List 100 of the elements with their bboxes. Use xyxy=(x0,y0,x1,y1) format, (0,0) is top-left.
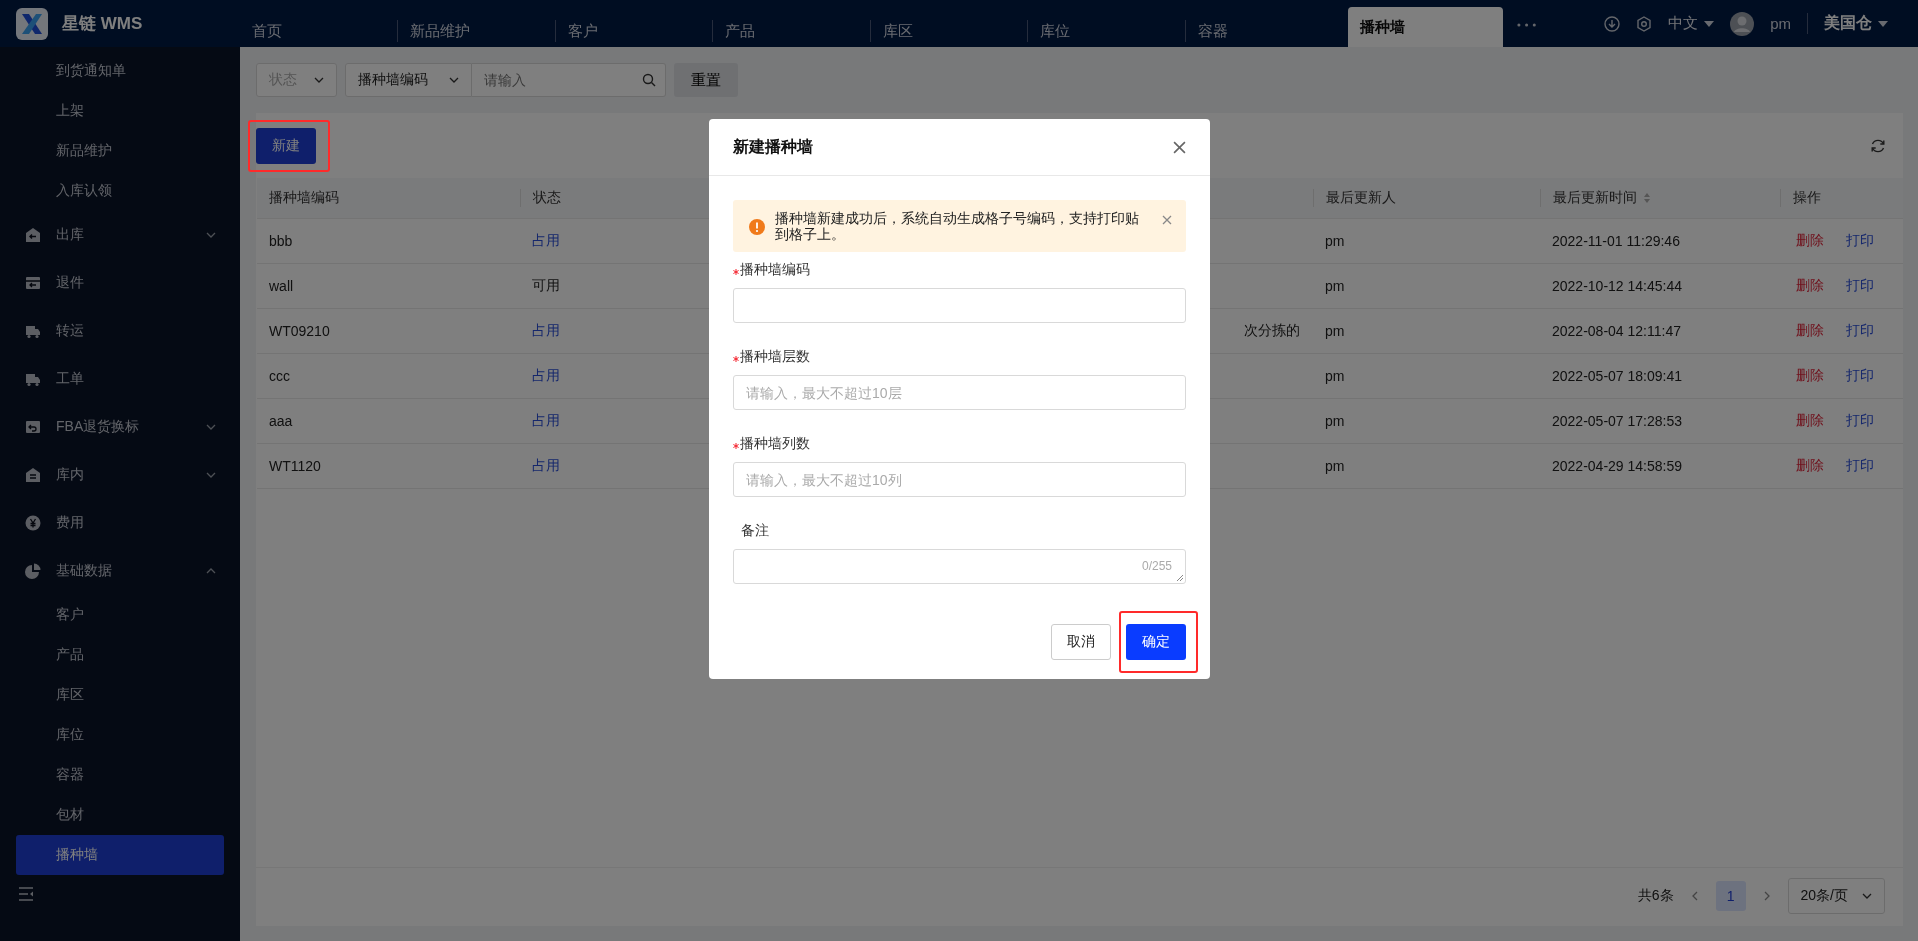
column-header: 播种墙编码 xyxy=(268,189,340,207)
sidebar-item[interactable]: 转运 xyxy=(16,307,224,355)
warehouse-dropdown[interactable]: 美国仓 xyxy=(1807,13,1888,34)
page-size-select[interactable]: 20条/页 xyxy=(1787,878,1885,914)
status-text: 可用 xyxy=(532,277,560,293)
cancel-button[interactable]: 取消 xyxy=(1051,624,1111,660)
print-link[interactable]: 打印 xyxy=(1846,232,1874,250)
print-link[interactable]: 打印 xyxy=(1846,322,1874,340)
avatar-icon[interactable] xyxy=(1730,11,1755,36)
sidebar-item[interactable]: 退件 xyxy=(16,259,224,307)
sidebar-item[interactable]: 基础数据 xyxy=(16,547,224,595)
sidebar-item[interactable]: 产品 xyxy=(16,635,224,675)
field-select[interactable]: 播种墙编码 xyxy=(345,63,472,97)
table-cell-text: pm xyxy=(1324,413,1346,429)
page-button[interactable]: 1 xyxy=(1715,881,1746,911)
reset-button[interactable]: 重置 xyxy=(674,63,738,97)
table-cell-text: pm xyxy=(1324,368,1346,384)
page-tab[interactable]: 库区 xyxy=(869,19,1028,42)
print-link[interactable]: 打印 xyxy=(1846,367,1874,385)
search-field[interactable]: 请输入 xyxy=(472,63,666,97)
print-link[interactable]: 打印 xyxy=(1846,412,1874,430)
sidebar-item[interactable]: 客户 xyxy=(16,595,224,635)
confirm-button[interactable]: 确定 xyxy=(1126,624,1186,660)
input-field[interactable]: 请输入，最大不超过10列 xyxy=(733,462,1186,497)
remarks-field[interactable]: 0/255 xyxy=(733,549,1186,584)
status-text: 占用 xyxy=(532,232,560,248)
sidebar-item[interactable]: 库区 xyxy=(16,675,224,715)
sidebar-item[interactable]: 播种墙 xyxy=(16,835,224,875)
column-header: 状态 xyxy=(520,189,700,207)
sidebar-item[interactable]: 工单 xyxy=(16,355,224,403)
settings-icon[interactable] xyxy=(1636,15,1653,32)
delete-link[interactable]: 删除 xyxy=(1796,457,1824,475)
user-name[interactable]: pm xyxy=(1770,15,1791,32)
table-cell-text: pm xyxy=(1324,323,1346,339)
table-cell-text: ccc xyxy=(268,368,291,384)
delete-link[interactable]: 删除 xyxy=(1796,367,1824,385)
chevron-down-icon[interactable] xyxy=(449,77,459,83)
field-label: 播种墙列数 xyxy=(740,435,810,453)
page-tab[interactable]: 库位 xyxy=(1027,19,1185,42)
sidebar-item[interactable]: 库位 xyxy=(16,715,224,755)
more-icon[interactable] xyxy=(1516,23,1536,27)
box-icon xyxy=(25,275,41,291)
page-tab[interactable]: 首页 xyxy=(240,19,398,42)
truck-icon xyxy=(25,371,41,387)
sidebar-item[interactable]: 上架 xyxy=(16,91,224,131)
table-cell-text: pm xyxy=(1324,278,1346,294)
delete-link[interactable]: 删除 xyxy=(1796,277,1824,295)
chevron-down-icon[interactable] xyxy=(314,77,324,83)
print-link[interactable]: 打印 xyxy=(1846,457,1874,475)
next-page-icon[interactable] xyxy=(1763,891,1770,901)
table-cell-text: aaa xyxy=(268,413,294,429)
sidebar-item[interactable]: 费用 xyxy=(16,499,224,547)
sidebar-item[interactable]: FBA退货换标 xyxy=(16,403,224,451)
total-count: 共6条 xyxy=(1637,887,1674,905)
table-cell-text: 2022-10-12 14:45:44 xyxy=(1551,278,1683,294)
sidebar-item[interactable]: 容器 xyxy=(16,755,224,795)
page-tab[interactable]: 新品维护 xyxy=(397,19,555,42)
resize-grip-icon[interactable] xyxy=(1176,574,1184,582)
sidebar-item[interactable]: 库内 xyxy=(16,451,224,499)
sidebar-item[interactable]: 包材 xyxy=(16,795,224,835)
collapse-menu-icon[interactable] xyxy=(18,887,34,901)
table-cell-text: 2022-11-01 11:29:46 xyxy=(1551,233,1681,249)
column-header: 操作 xyxy=(1780,189,1903,207)
column-header: 最后更新时间 xyxy=(1540,189,1780,207)
previous-page-icon[interactable] xyxy=(1691,891,1698,901)
field-label: 播种墙层数 xyxy=(740,348,810,366)
box-icon xyxy=(25,467,41,483)
yen-icon xyxy=(25,515,41,531)
table-cell-text: WT09210 xyxy=(268,323,331,339)
page-tab[interactable]: 客户 xyxy=(554,19,713,42)
sidebar-item[interactable]: 新品维护 xyxy=(16,131,224,171)
app-name: 星链 WMS xyxy=(62,13,143,35)
close-icon[interactable] xyxy=(1162,215,1172,225)
table-cell-text: 2022-05-07 18:09:41 xyxy=(1551,368,1683,384)
character-counter: 0/255 xyxy=(1141,559,1172,573)
alert-text: 播种墙新建成功后，系统自动生成格子号编码，支持打印贴到格子上。 xyxy=(775,210,1140,242)
page-tab[interactable]: 容器 xyxy=(1184,19,1343,42)
sidebar-item[interactable]: 入库认领 xyxy=(16,171,224,211)
sort-icon[interactable] xyxy=(1643,192,1651,204)
table-cell-text: pm xyxy=(1324,458,1346,474)
sidebar-item[interactable]: 出库 xyxy=(16,211,224,259)
download-icon[interactable] xyxy=(1604,15,1621,32)
close-icon[interactable] xyxy=(1173,140,1186,154)
delete-link[interactable]: 删除 xyxy=(1796,232,1824,250)
input-field[interactable] xyxy=(733,288,1186,323)
status-text: 占用 xyxy=(532,457,560,473)
refresh-icon[interactable] xyxy=(1870,138,1886,154)
new-button[interactable]: 新建 xyxy=(256,128,316,164)
page-tab[interactable]: 产品 xyxy=(712,19,870,42)
language-dropdown[interactable]: 中文 xyxy=(1668,14,1715,33)
page-tab[interactable]: 播种墙 xyxy=(1348,7,1503,47)
delete-link[interactable]: 删除 xyxy=(1796,412,1824,430)
warning-icon xyxy=(749,219,765,235)
table-cell-text: 2022-08-04 12:11:47 xyxy=(1551,323,1682,339)
sidebar-item[interactable]: 到货通知单 xyxy=(16,51,224,91)
input-field[interactable]: 请输入，最大不超过10层 xyxy=(733,375,1186,410)
search-icon[interactable] xyxy=(642,73,656,87)
delete-link[interactable]: 删除 xyxy=(1796,322,1824,340)
chevron-down-icon[interactable] xyxy=(1862,893,1872,899)
print-link[interactable]: 打印 xyxy=(1846,277,1874,295)
